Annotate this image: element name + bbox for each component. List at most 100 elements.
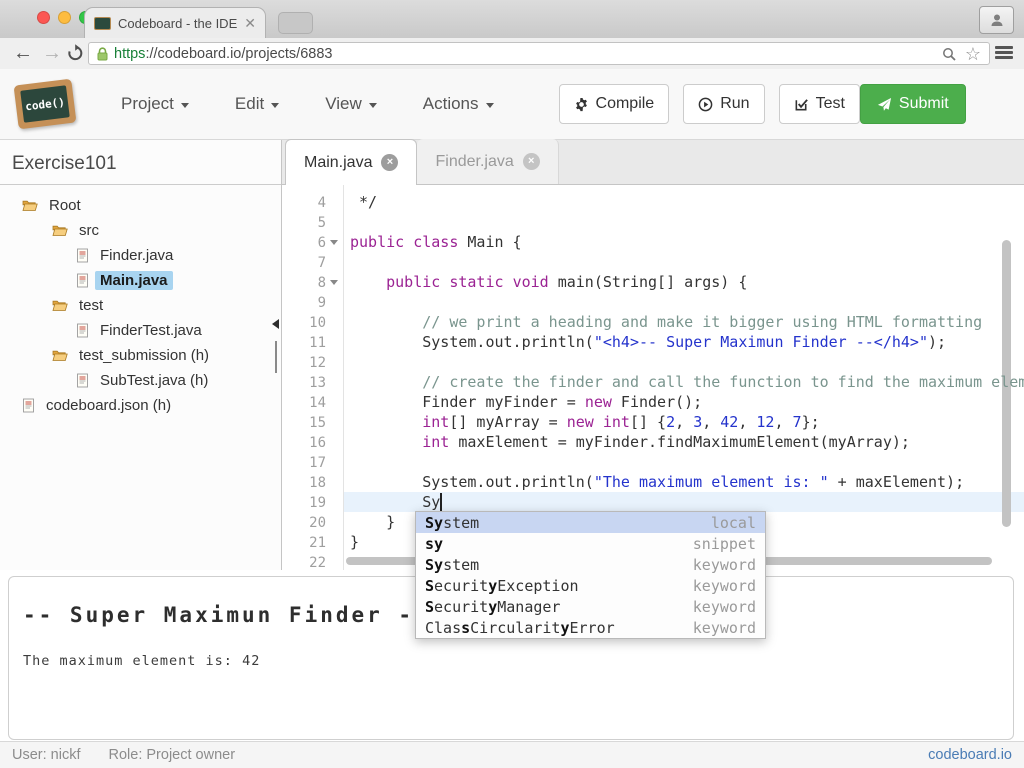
code-text: Finder myFinder = new Finder();	[342, 393, 702, 411]
line-number: 19	[282, 493, 326, 513]
fold-arrow-icon[interactable]	[326, 272, 342, 292]
line-number: 8	[282, 273, 326, 293]
code-line-9[interactable]: 9	[282, 292, 1024, 312]
code-line-16[interactable]: 16 int maxElement = myFinder.findMaximum…	[282, 432, 1024, 452]
tree-item-label: Root	[44, 196, 86, 215]
code-line-5[interactable]: 5	[282, 212, 1024, 232]
menu-label: Edit	[235, 94, 264, 114]
browser-menu-icon[interactable]	[995, 46, 1013, 61]
code-line-18[interactable]: 18 System.out.println("The maximum eleme…	[282, 472, 1024, 492]
code-text	[342, 453, 350, 471]
code-line-19[interactable]: 19 Sy	[282, 492, 1024, 512]
code-line-15[interactable]: 15 int[] myArray = new int[] {2, 3, 42, …	[282, 412, 1024, 432]
code-text: */	[342, 193, 377, 211]
browser-tab-strip: Codeboard - the IDE for the ✕	[0, 0, 1024, 38]
code-line-14[interactable]: 14 Finder myFinder = new Finder();	[282, 392, 1024, 412]
tree-item-findertest-java[interactable]: FinderTest.java	[0, 318, 281, 343]
code-line-11[interactable]: 11 System.out.println("<h4>-- Super Maxi…	[282, 332, 1024, 352]
sidebar-collapse-icon[interactable]	[272, 319, 279, 329]
project-title: Exercise101	[0, 140, 281, 185]
zoom-search-icon[interactable]	[941, 46, 957, 62]
autocomplete-item-name: ClassCircularityError	[425, 619, 615, 637]
run-button-label: Run	[720, 95, 749, 113]
autocomplete-item-meta: keyword	[693, 556, 756, 574]
tree-item-main-java[interactable]: Main.java	[0, 268, 281, 293]
tree-item-test[interactable]: test	[0, 293, 281, 318]
code-text: }	[342, 533, 359, 551]
code-line-7[interactable]: 7	[282, 252, 1024, 272]
tree-item-label: FinderTest.java	[95, 321, 207, 340]
tree-item-root[interactable]: Root	[0, 193, 281, 218]
editor-tab-finder-java[interactable]: Finder.java×	[417, 139, 558, 184]
code-text	[342, 253, 350, 271]
code-text: int maxElement = myFinder.findMaximumEle…	[342, 433, 910, 451]
code-line-4[interactable]: 4 */	[282, 192, 1024, 212]
codeboard-logo[interactable]: code()	[14, 79, 77, 130]
autocomplete-item[interactable]: ClassCircularityErrorkeyword	[416, 617, 765, 638]
tree-item-label: Finder.java	[95, 246, 178, 265]
back-button[interactable]: ←	[13, 40, 33, 67]
tree-item-test-submission-h[interactable]: test_submission (h)	[0, 343, 281, 368]
code-text: // create the finder and call the functi…	[342, 373, 1024, 391]
code-line-12[interactable]: 12	[282, 352, 1024, 372]
autocomplete-item[interactable]: SecurityManagerkeyword	[416, 596, 765, 617]
bookmark-star-icon[interactable]: ☆	[965, 45, 981, 63]
autocomplete-item[interactable]: Systemlocal	[416, 512, 765, 533]
line-number: 12	[282, 353, 326, 373]
browser-window: Codeboard - the IDE for the ✕ ← → https:…	[0, 0, 1024, 768]
status-user: User: nickf	[12, 747, 81, 763]
tree-item-label: src	[74, 221, 104, 240]
test-button-label: Test	[816, 95, 845, 113]
address-bar[interactable]: https://codeboard.io/projects/6883 ☆	[88, 42, 990, 65]
line-number: 18	[282, 473, 326, 493]
line-number: 4	[282, 193, 326, 213]
folder-open-icon	[52, 349, 68, 362]
code-line-6[interactable]: 6public class Main {	[282, 232, 1024, 252]
chevron-down-icon	[181, 103, 189, 108]
minimize-window-button[interactable]	[58, 11, 71, 24]
line-number: 6	[282, 233, 326, 253]
tree-item-codeboard-json-h[interactable]: codeboard.json (h)	[0, 393, 281, 418]
run-button[interactable]: Run	[683, 84, 764, 124]
code-line-8[interactable]: 8 public static void main(String[] args)…	[282, 272, 1024, 292]
code-text	[342, 353, 350, 371]
autocomplete-item-name: System	[425, 514, 479, 532]
autocomplete-item-meta: keyword	[693, 598, 756, 616]
new-tab-button[interactable]	[278, 12, 313, 34]
forward-button[interactable]: →	[42, 40, 62, 67]
tree-item-src[interactable]: src	[0, 218, 281, 243]
menu-edit[interactable]: Edit	[212, 94, 302, 114]
project-sidebar: Exercise101 Root src Finder.java Main.java t…	[0, 140, 282, 570]
autocomplete-item[interactable]: SecurityExceptionkeyword	[416, 575, 765, 596]
tree-item-label: Main.java	[95, 271, 173, 290]
menu-project[interactable]: Project	[98, 94, 212, 114]
compile-button[interactable]: Compile	[559, 84, 670, 124]
close-tab-icon[interactable]: ×	[381, 154, 398, 171]
submit-button[interactable]: Submit	[860, 84, 966, 124]
profile-button[interactable]	[979, 6, 1014, 34]
url-scheme: https	[114, 46, 145, 62]
test-button[interactable]: Test	[779, 84, 860, 124]
autocomplete-item[interactable]: sysnippet	[416, 533, 765, 554]
codeboard-link[interactable]: codeboard.io	[928, 747, 1012, 763]
autocomplete-item[interactable]: Systemkeyword	[416, 554, 765, 575]
menu-view[interactable]: View	[302, 94, 400, 114]
tree-item-subtest-java-h[interactable]: SubTest.java (h)	[0, 368, 281, 393]
fold-arrow-icon[interactable]	[326, 232, 342, 252]
url-text: https://codeboard.io/projects/6883	[114, 46, 332, 62]
close-tab-icon[interactable]: ✕	[244, 16, 256, 30]
line-number: 14	[282, 393, 326, 413]
close-tab-icon[interactable]: ×	[523, 153, 540, 170]
close-window-button[interactable]	[37, 11, 50, 24]
action-buttons: Compile Run Test	[559, 84, 860, 124]
sidebar-resize-handle[interactable]	[275, 341, 277, 373]
browser-tab[interactable]: Codeboard - the IDE for the ✕	[84, 7, 266, 38]
editor-tab-main-java[interactable]: Main.java×	[285, 139, 417, 185]
refresh-button[interactable]	[66, 44, 84, 67]
code-line-17[interactable]: 17	[282, 452, 1024, 472]
code-line-10[interactable]: 10 // we print a heading and make it big…	[282, 312, 1024, 332]
tree-item-finder-java[interactable]: Finder.java	[0, 243, 281, 268]
code-line-13[interactable]: 13 // create the finder and call the fun…	[282, 372, 1024, 392]
folder-open-icon	[22, 199, 38, 212]
menu-actions[interactable]: Actions	[400, 94, 517, 114]
